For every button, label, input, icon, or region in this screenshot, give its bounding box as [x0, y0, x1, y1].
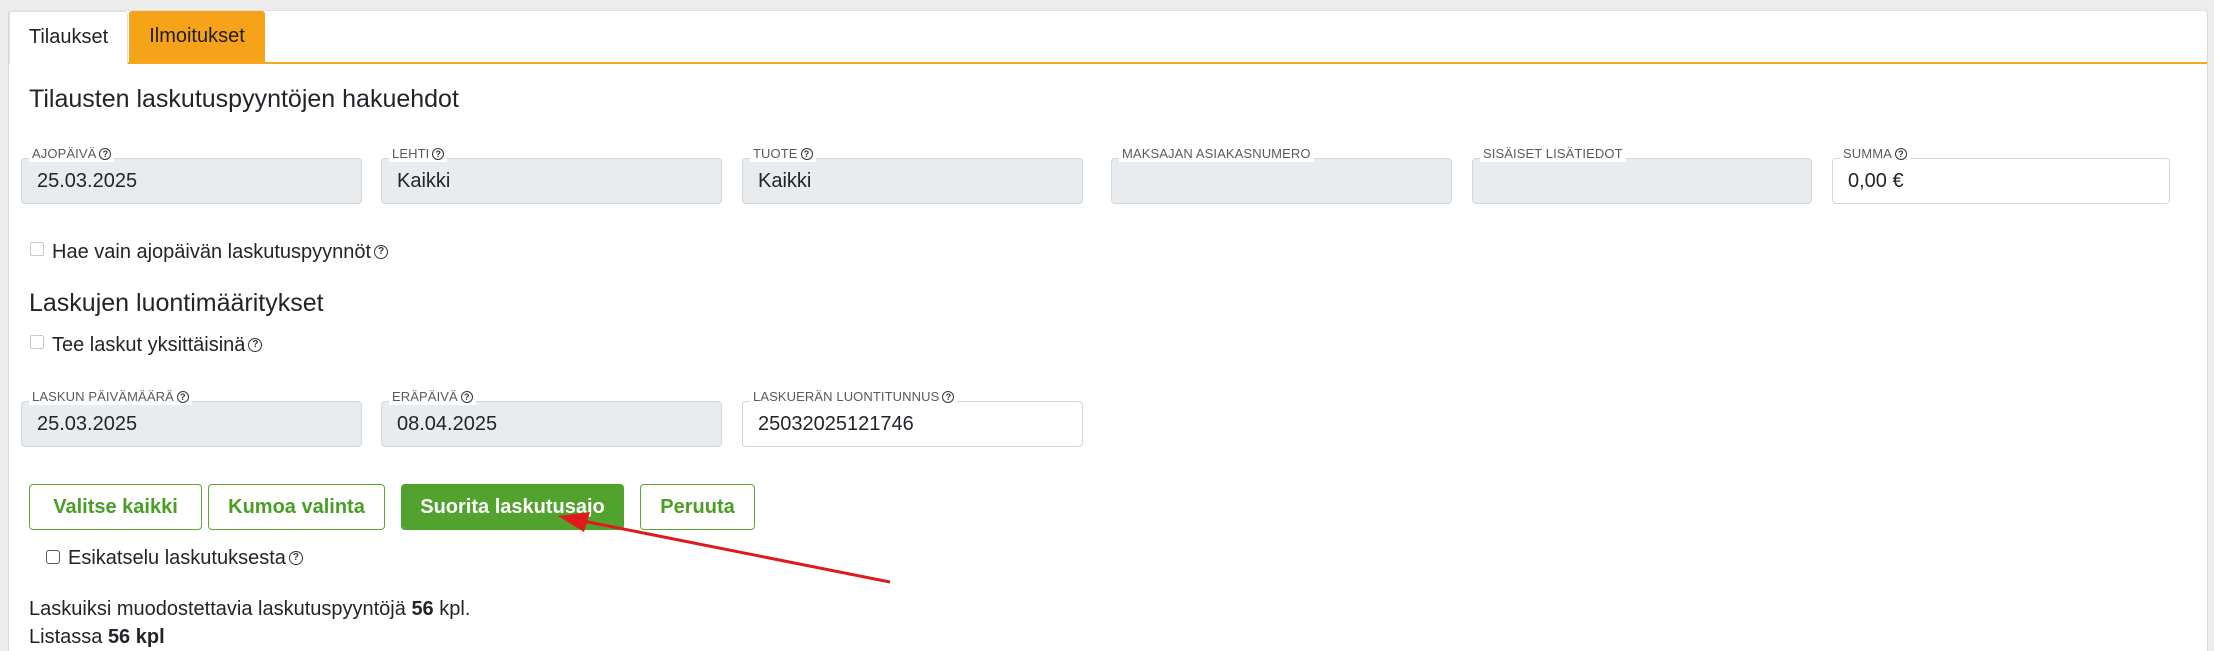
arrow-head [558, 512, 590, 532]
help-icon[interactable]: ? [942, 390, 955, 403]
summa-label: SUMMA? [1840, 146, 1910, 162]
arrow-shaft [577, 518, 891, 584]
help-icon[interactable]: ? [176, 390, 189, 403]
lisatiedot-label: SISÄISET LISÄTIEDOT [1480, 146, 1626, 162]
help-icon[interactable]: ? [800, 147, 813, 160]
asiakasnumero-label: MAKSAJAN ASIAKASNUMERO [1119, 146, 1314, 162]
red-arrow-icon [558, 512, 891, 584]
luontitunnus-label: LASKUERÄN LUONTITUNNUS? [750, 389, 958, 405]
help-icon[interactable]: ? [1894, 147, 1907, 160]
tuote-label: TUOTE? [750, 146, 816, 162]
help-icon[interactable]: ? [99, 147, 112, 160]
lehti-label: LEHTI? [389, 146, 448, 162]
help-icon[interactable]: ? [432, 147, 445, 160]
ajopaiva-label: AJOPÄIVÄ? [29, 146, 115, 162]
help-icon[interactable]: ? [460, 390, 473, 403]
erapaiva-label: ERÄPÄIVÄ? [389, 389, 476, 405]
laskun-pvm-label: LASKUN PÄIVÄMÄÄRÄ? [29, 389, 192, 405]
